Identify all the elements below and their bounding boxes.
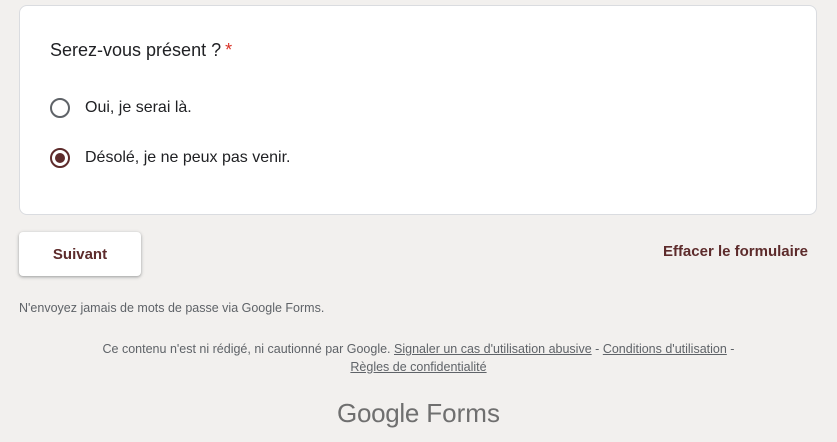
required-asterisk: * <box>225 40 233 60</box>
terms-link[interactable]: Conditions d'utilisation <box>603 342 727 356</box>
next-button[interactable]: Suivant <box>19 232 141 276</box>
radio-button-checked[interactable] <box>50 148 70 168</box>
question-text: Serez-vous présent ? <box>50 40 222 60</box>
disclaimer-text: Ce contenu n'est ni rédigé, ni cautionné… <box>102 342 391 356</box>
privacy-link[interactable]: Règles de confidentialité <box>350 360 486 374</box>
google-forms-logo[interactable]: Google Forms <box>0 398 837 429</box>
question-card: Serez-vous présent ? * Oui, je serai là. … <box>19 5 817 215</box>
clear-form-button[interactable]: Effacer le formulaire <box>663 243 808 260</box>
radio-option-label: Désolé, je ne peux pas venir. <box>85 149 291 166</box>
report-abuse-link[interactable]: Signaler un cas d'utilisation abusive <box>394 342 592 356</box>
password-warning: N'envoyez jamais de mots de passe via Go… <box>19 301 325 315</box>
brand-google: Google <box>337 398 420 428</box>
question-title: Serez-vous présent ? * <box>50 40 232 61</box>
separator: - <box>595 342 600 356</box>
separator: - <box>730 342 735 356</box>
radio-option-label: Oui, je serai là. <box>85 99 192 116</box>
radio-button-unchecked[interactable] <box>50 98 70 118</box>
radio-option-no[interactable]: Désolé, je ne peux pas venir. <box>50 148 290 168</box>
disclaimer: Ce contenu n'est ni rédigé, ni cautionné… <box>0 340 837 376</box>
brand-forms: Forms <box>426 398 500 428</box>
radio-option-yes[interactable]: Oui, je serai là. <box>50 98 192 118</box>
